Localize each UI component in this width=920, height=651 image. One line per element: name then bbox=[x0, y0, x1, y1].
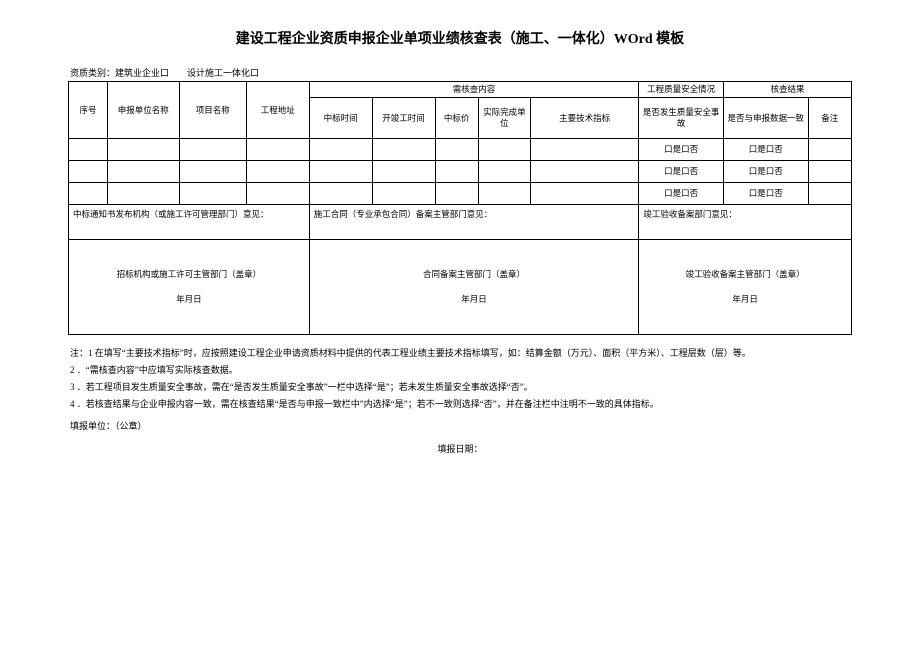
cell-yesno-accident: 口是口否 bbox=[639, 161, 724, 183]
table-row: 口是口否 口是口否 bbox=[69, 139, 852, 161]
cell-yesno-consistent: 口是口否 bbox=[723, 139, 808, 161]
note-3: 3 ．若工程项目发生质量安全事故，需在“是否发生质量安全事故”一栏中选择“是”；… bbox=[70, 379, 852, 396]
sign-right-stamp: 竣工验收备案主管部门（盖章） bbox=[686, 269, 805, 280]
sign-right-label: 竣工验收备案部门意见： bbox=[639, 205, 852, 240]
page-title: 建设工程企业资质申报企业单项业绩核查表（施工、一体化）WOrd 模板 bbox=[68, 28, 852, 48]
sign-mid-stamp: 合同备案主管部门（盖章） bbox=[423, 269, 525, 280]
table-row: 口是口否 口是口否 bbox=[69, 161, 852, 183]
th-bid-price: 中标价 bbox=[435, 98, 478, 139]
cell-yesno-consistent: 口是口否 bbox=[723, 183, 808, 205]
th-quality-safety: 工程质量安全情况 bbox=[639, 82, 724, 98]
fill-date: 填报日期： bbox=[68, 442, 852, 455]
th-bid-time: 中标时间 bbox=[309, 98, 372, 139]
notes-block: 注：1 在填写“主要技术指标”时，应按照建设工程企业申请资质材料中提供的代表工程… bbox=[68, 345, 852, 413]
note-2: 2 ．“需核查内容”中应填写实际核查数据。 bbox=[70, 362, 852, 379]
th-project-name: 项目名称 bbox=[179, 82, 246, 139]
table-row: 口是口否 口是口否 bbox=[69, 183, 852, 205]
sign-right-date: 年月日 bbox=[732, 294, 758, 305]
sign-left-stamp: 招标机构或施工许可主管部门（盖章） bbox=[117, 269, 262, 280]
th-actual-unit: 实际完成单位 bbox=[478, 98, 530, 139]
cell-yesno-accident: 口是口否 bbox=[639, 183, 724, 205]
sign-mid-date: 年月日 bbox=[461, 294, 487, 305]
th-need-check: 需核查内容 bbox=[309, 82, 639, 98]
note-4: 4 ．若核查结果与企业申报内容一致，需在核查结果“是否与申报一致栏中”内选择“是… bbox=[70, 396, 852, 413]
signature-label-row: 中标通知书发布机构（或施工许可管理部门）意见： 施工合同（专业承包合同）备案主管… bbox=[69, 205, 852, 240]
note-1: 注：1 在填写“主要技术指标”时，应按照建设工程企业申请资质材料中提供的代表工程… bbox=[70, 345, 852, 362]
th-complete-time: 开竣工时间 bbox=[372, 98, 435, 139]
th-report-unit: 申报单位名称 bbox=[108, 82, 180, 139]
th-accident: 是否发生质量安全事故 bbox=[639, 98, 724, 139]
qualification-type-line: 资质类别：建筑业企业口 设计施工一体化口 bbox=[68, 66, 852, 79]
th-seq: 序号 bbox=[69, 82, 108, 139]
sign-left-date: 年月日 bbox=[176, 294, 202, 305]
th-tech-index: 主要技术指标 bbox=[530, 98, 638, 139]
sign-left-label: 中标通知书发布机构（或施工许可管理部门）意见： bbox=[69, 205, 310, 240]
cell-yesno-accident: 口是口否 bbox=[639, 139, 724, 161]
fill-unit: 填报单位：（公章） bbox=[68, 419, 852, 432]
th-consistent: 是否与申报数据一致 bbox=[723, 98, 808, 139]
signature-stamp-row: 招标机构或施工许可主管部门（盖章） 年月日 合同备案主管部门（盖章） 年月日 竣… bbox=[69, 240, 852, 335]
main-table: 序号 申报单位名称 项目名称 工程地址 需核查内容 工程质量安全情况 核查结果 … bbox=[68, 81, 852, 335]
th-remark: 备注 bbox=[808, 98, 851, 139]
th-project-addr: 工程地址 bbox=[246, 82, 309, 139]
sign-mid-label: 施工合同（专业承包合同）备案主管部门意见： bbox=[309, 205, 639, 240]
cell-yesno-consistent: 口是口否 bbox=[723, 161, 808, 183]
th-check-result: 核查结果 bbox=[723, 82, 851, 98]
